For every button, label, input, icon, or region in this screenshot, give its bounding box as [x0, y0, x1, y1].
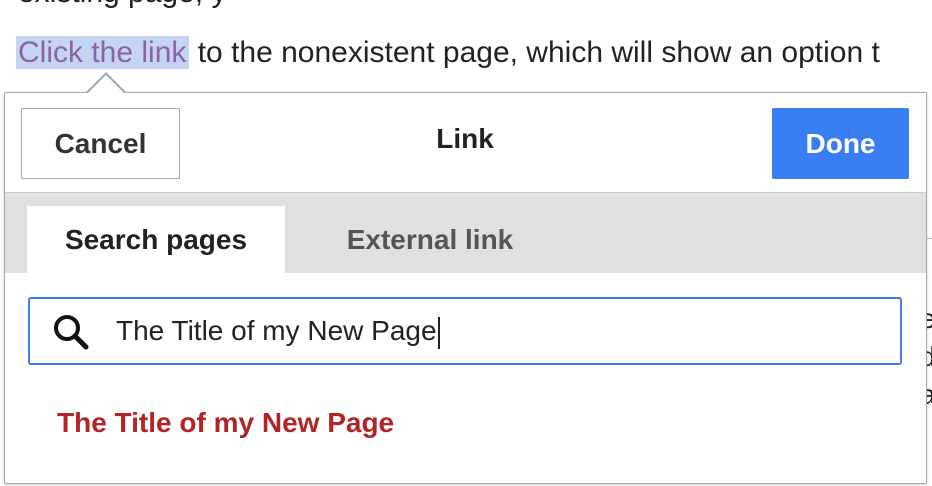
link-dialog: Cancel Link Done Search pages External l… [4, 92, 927, 484]
search-result-item[interactable]: The Title of my New Page [57, 407, 394, 439]
tab-bar: Search pages External link [5, 193, 926, 273]
search-icon [54, 315, 89, 350]
tab-search-pages[interactable]: Search pages [27, 206, 285, 273]
search-input[interactable]: The Title of my New Page [28, 297, 902, 365]
selected-link-text[interactable]: Click the link [16, 36, 190, 69]
done-button[interactable]: Done [772, 108, 909, 179]
paragraph-text: to the nonexistent page, which will show… [189, 36, 880, 69]
dialog-header: Cancel Link Done [5, 93, 926, 193]
dialog-title: Link [436, 123, 494, 154]
cancel-button[interactable]: Cancel [21, 108, 180, 179]
tab-external-link[interactable]: External link [325, 206, 535, 273]
search-value-text: The Title of my New Page [116, 315, 437, 346]
popup-caret-fill [87, 75, 125, 94]
search-input-value[interactable]: The Title of my New Page [116, 299, 440, 363]
article-partial-line: existing page, y [18, 0, 226, 10]
text-cursor [437, 316, 440, 349]
article-paragraph: Click the link to the nonexistent page, … [16, 32, 880, 74]
